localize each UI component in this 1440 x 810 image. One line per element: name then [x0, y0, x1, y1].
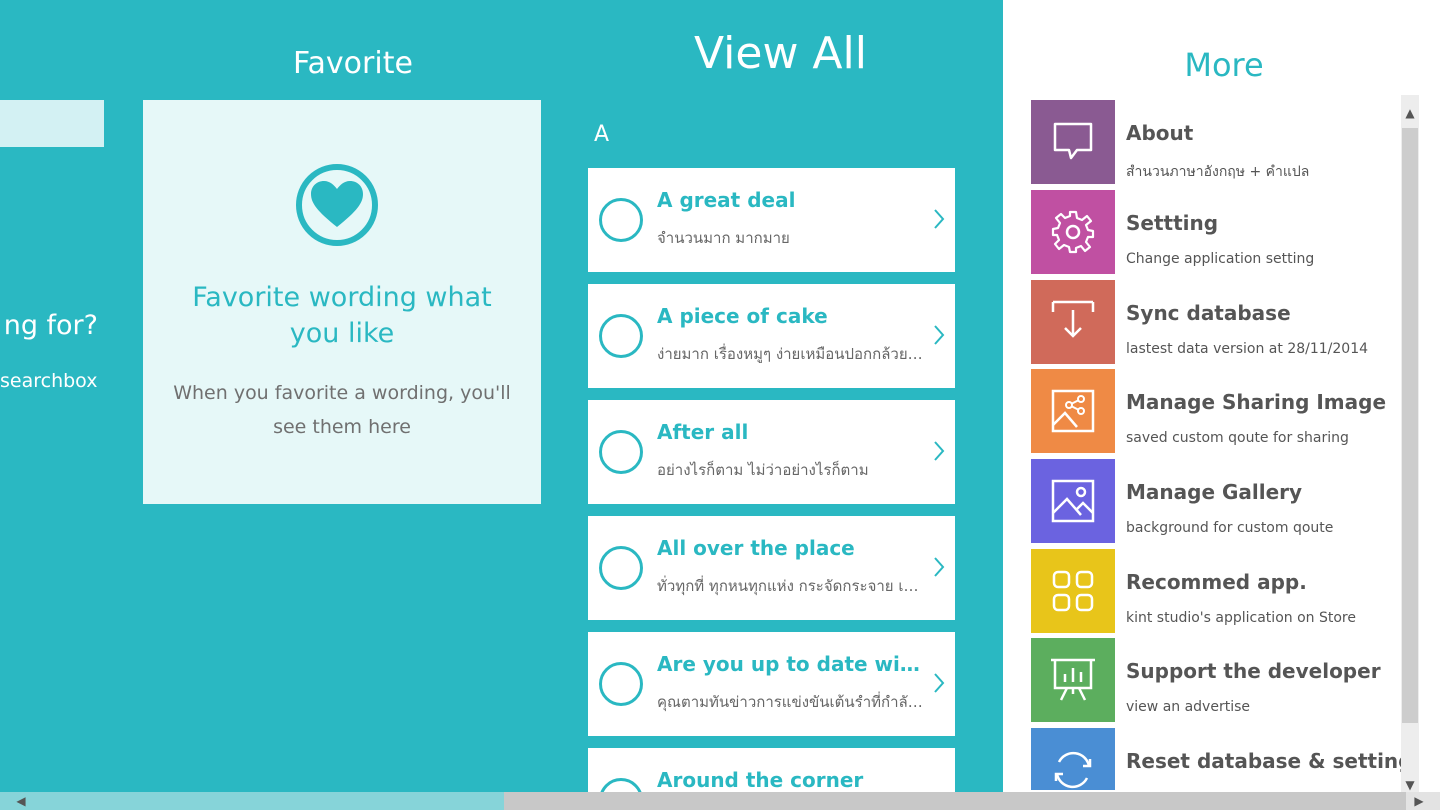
favorite-section-title[interactable]: Favorite: [143, 46, 563, 81]
support-tile: [1031, 638, 1115, 722]
list-item[interactable]: Around the corner: [588, 748, 955, 792]
more-item-manage-gallery[interactable]: Manage Gallery background for custom qou…: [1031, 459, 1401, 543]
horizontal-scroll-track[interactable]: [0, 792, 504, 810]
more-item-support-developer[interactable]: Support the developer view an advertise: [1031, 638, 1401, 722]
more-item-desc: สำนวนภาษาอังกฤษ + คำแปล: [1126, 164, 1310, 180]
idiom-word: All over the place: [657, 536, 855, 560]
list-item[interactable]: All over the place ทั่วทุกที่ ทุกหนทุกแห…: [588, 516, 955, 620]
more-item-label: About: [1126, 121, 1194, 145]
list-item[interactable]: A great deal จำนวนมาก มากมาย: [588, 168, 955, 272]
select-circle-icon[interactable]: [599, 198, 643, 242]
reset-tile: [1031, 728, 1115, 790]
more-item-desc: kint studio's application on Store: [1126, 610, 1356, 626]
sharing-image-tile: [1031, 369, 1115, 453]
select-circle-icon[interactable]: [599, 430, 643, 474]
vertical-scroll-thumb[interactable]: [1402, 128, 1418, 723]
select-circle-icon[interactable]: [599, 546, 643, 590]
favorite-empty-heading: Favorite wording what you like: [192, 282, 492, 349]
list-item[interactable]: After all อย่างไรก็ตาม ไม่ว่าอย่างไรก็ตา…: [588, 400, 955, 504]
refresh-icon: [1054, 751, 1092, 789]
apps-grid-icon: [1052, 570, 1094, 612]
chevron-right-icon: [934, 557, 945, 577]
vertical-scrollbar[interactable]: ▲ ▼: [1401, 95, 1419, 795]
scroll-right-arrow-icon[interactable]: ▶: [1410, 792, 1428, 810]
more-item-about[interactable]: About สำนวนภาษาอังกฤษ + คำแปล: [1031, 100, 1401, 184]
idiom-word: After all: [657, 420, 749, 444]
section-letter-header: A: [594, 122, 610, 147]
chevron-right-icon: [934, 325, 945, 345]
horizontal-scrollbar[interactable]: ◀ ▶: [0, 792, 1440, 810]
more-item-label: Manage Gallery: [1126, 480, 1303, 504]
idiom-word: A piece of cake: [657, 304, 828, 328]
speech-bubble-icon: [1053, 122, 1093, 160]
gallery-icon: [1051, 479, 1095, 523]
chevron-right-icon: [934, 673, 945, 693]
scroll-up-arrow-icon[interactable]: ▲: [1401, 103, 1419, 123]
search-hint: searchbox: [0, 370, 98, 392]
idiom-meaning: จำนวนมาก มากมาย: [657, 229, 790, 247]
list-item[interactable]: Are you up to date with the news คุณตามท…: [588, 632, 955, 736]
scroll-left-arrow-icon[interactable]: ◀: [12, 792, 30, 810]
list-item[interactable]: A piece of cake ง่ายมาก เรื่องหมูๆ ง่ายเ…: [588, 284, 955, 388]
share-image-icon: [1051, 389, 1095, 433]
more-item-desc: lastest data version at 28/11/2014: [1126, 341, 1369, 357]
idiom-word: Around the corner: [657, 768, 864, 792]
chevron-right-icon: [934, 441, 945, 461]
more-item-label: Recommed app.: [1126, 570, 1307, 594]
idiom-meaning: ทั่วทุกที่ ทุกหนทุกแห่ง กระจัดกระจาย เละ…: [657, 577, 927, 595]
recommend-tile: [1031, 549, 1115, 633]
more-item-label: Support the developer: [1126, 659, 1381, 683]
more-item-desc: Change application setting: [1126, 251, 1315, 267]
idiom-word: A great deal: [657, 188, 796, 212]
gallery-tile: [1031, 459, 1115, 543]
more-item-recommend-app[interactable]: Recommed app. kint studio's application …: [1031, 549, 1401, 633]
select-circle-icon[interactable]: [599, 778, 643, 792]
more-item-desc: view an advertise: [1126, 699, 1250, 715]
idiom-word: Are you up to date with the news: [657, 652, 925, 676]
sync-tile: [1031, 280, 1115, 364]
idiom-meaning: คุณตามทันข่าวการแข่งขันเต้นรำที่กำลังจะม…: [657, 693, 927, 711]
more-section-title[interactable]: More: [1003, 46, 1440, 84]
more-item-label: Sync database: [1126, 301, 1291, 325]
more-item-manage-sharing-image[interactable]: Manage Sharing Image saved custom qoute …: [1031, 369, 1401, 453]
more-item-label: Reset database & setting: [1126, 749, 1401, 773]
chevron-right-icon: [934, 209, 945, 229]
gear-icon: [1051, 210, 1095, 254]
presentation-chart-icon: [1051, 658, 1095, 701]
search-question: ng for?: [3, 310, 98, 341]
more-item-label: Settting: [1126, 211, 1219, 235]
favorite-empty-card: Favorite wording what you like When you …: [143, 100, 541, 504]
more-item-desc: saved custom qoute for sharing: [1126, 430, 1349, 446]
idiom-meaning: ง่ายมาก เรื่องหมูๆ ง่ายเหมือนปอกกล้วยเข้…: [657, 345, 927, 363]
setting-tile: [1031, 190, 1115, 274]
select-circle-icon[interactable]: [599, 314, 643, 358]
about-tile: [1031, 100, 1115, 184]
favorite-empty-subtext: When you favorite a wording, you'll see …: [173, 382, 511, 438]
view-all-section-title[interactable]: View All: [588, 28, 973, 79]
heart-icon: [296, 164, 378, 246]
more-item-sync-database[interactable]: Sync database lastest data version at 28…: [1031, 280, 1401, 364]
horizontal-scroll-thumb[interactable]: [504, 792, 1406, 810]
more-item-desc: background for custom qoute: [1126, 520, 1334, 536]
select-circle-icon[interactable]: [599, 662, 643, 706]
more-item-reset-database[interactable]: Reset database & setting: [1031, 728, 1401, 790]
more-menu-list: About สำนวนภาษาอังกฤษ + คำแปล Settting C…: [1031, 100, 1401, 790]
download-icon: [1051, 300, 1095, 338]
search-input[interactable]: [0, 100, 104, 147]
more-item-setting[interactable]: Settting Change application setting: [1031, 190, 1401, 274]
more-item-label: Manage Sharing Image: [1126, 390, 1387, 414]
idiom-meaning: อย่างไรก็ตาม ไม่ว่าอย่างไรก็ตาม: [657, 461, 869, 479]
